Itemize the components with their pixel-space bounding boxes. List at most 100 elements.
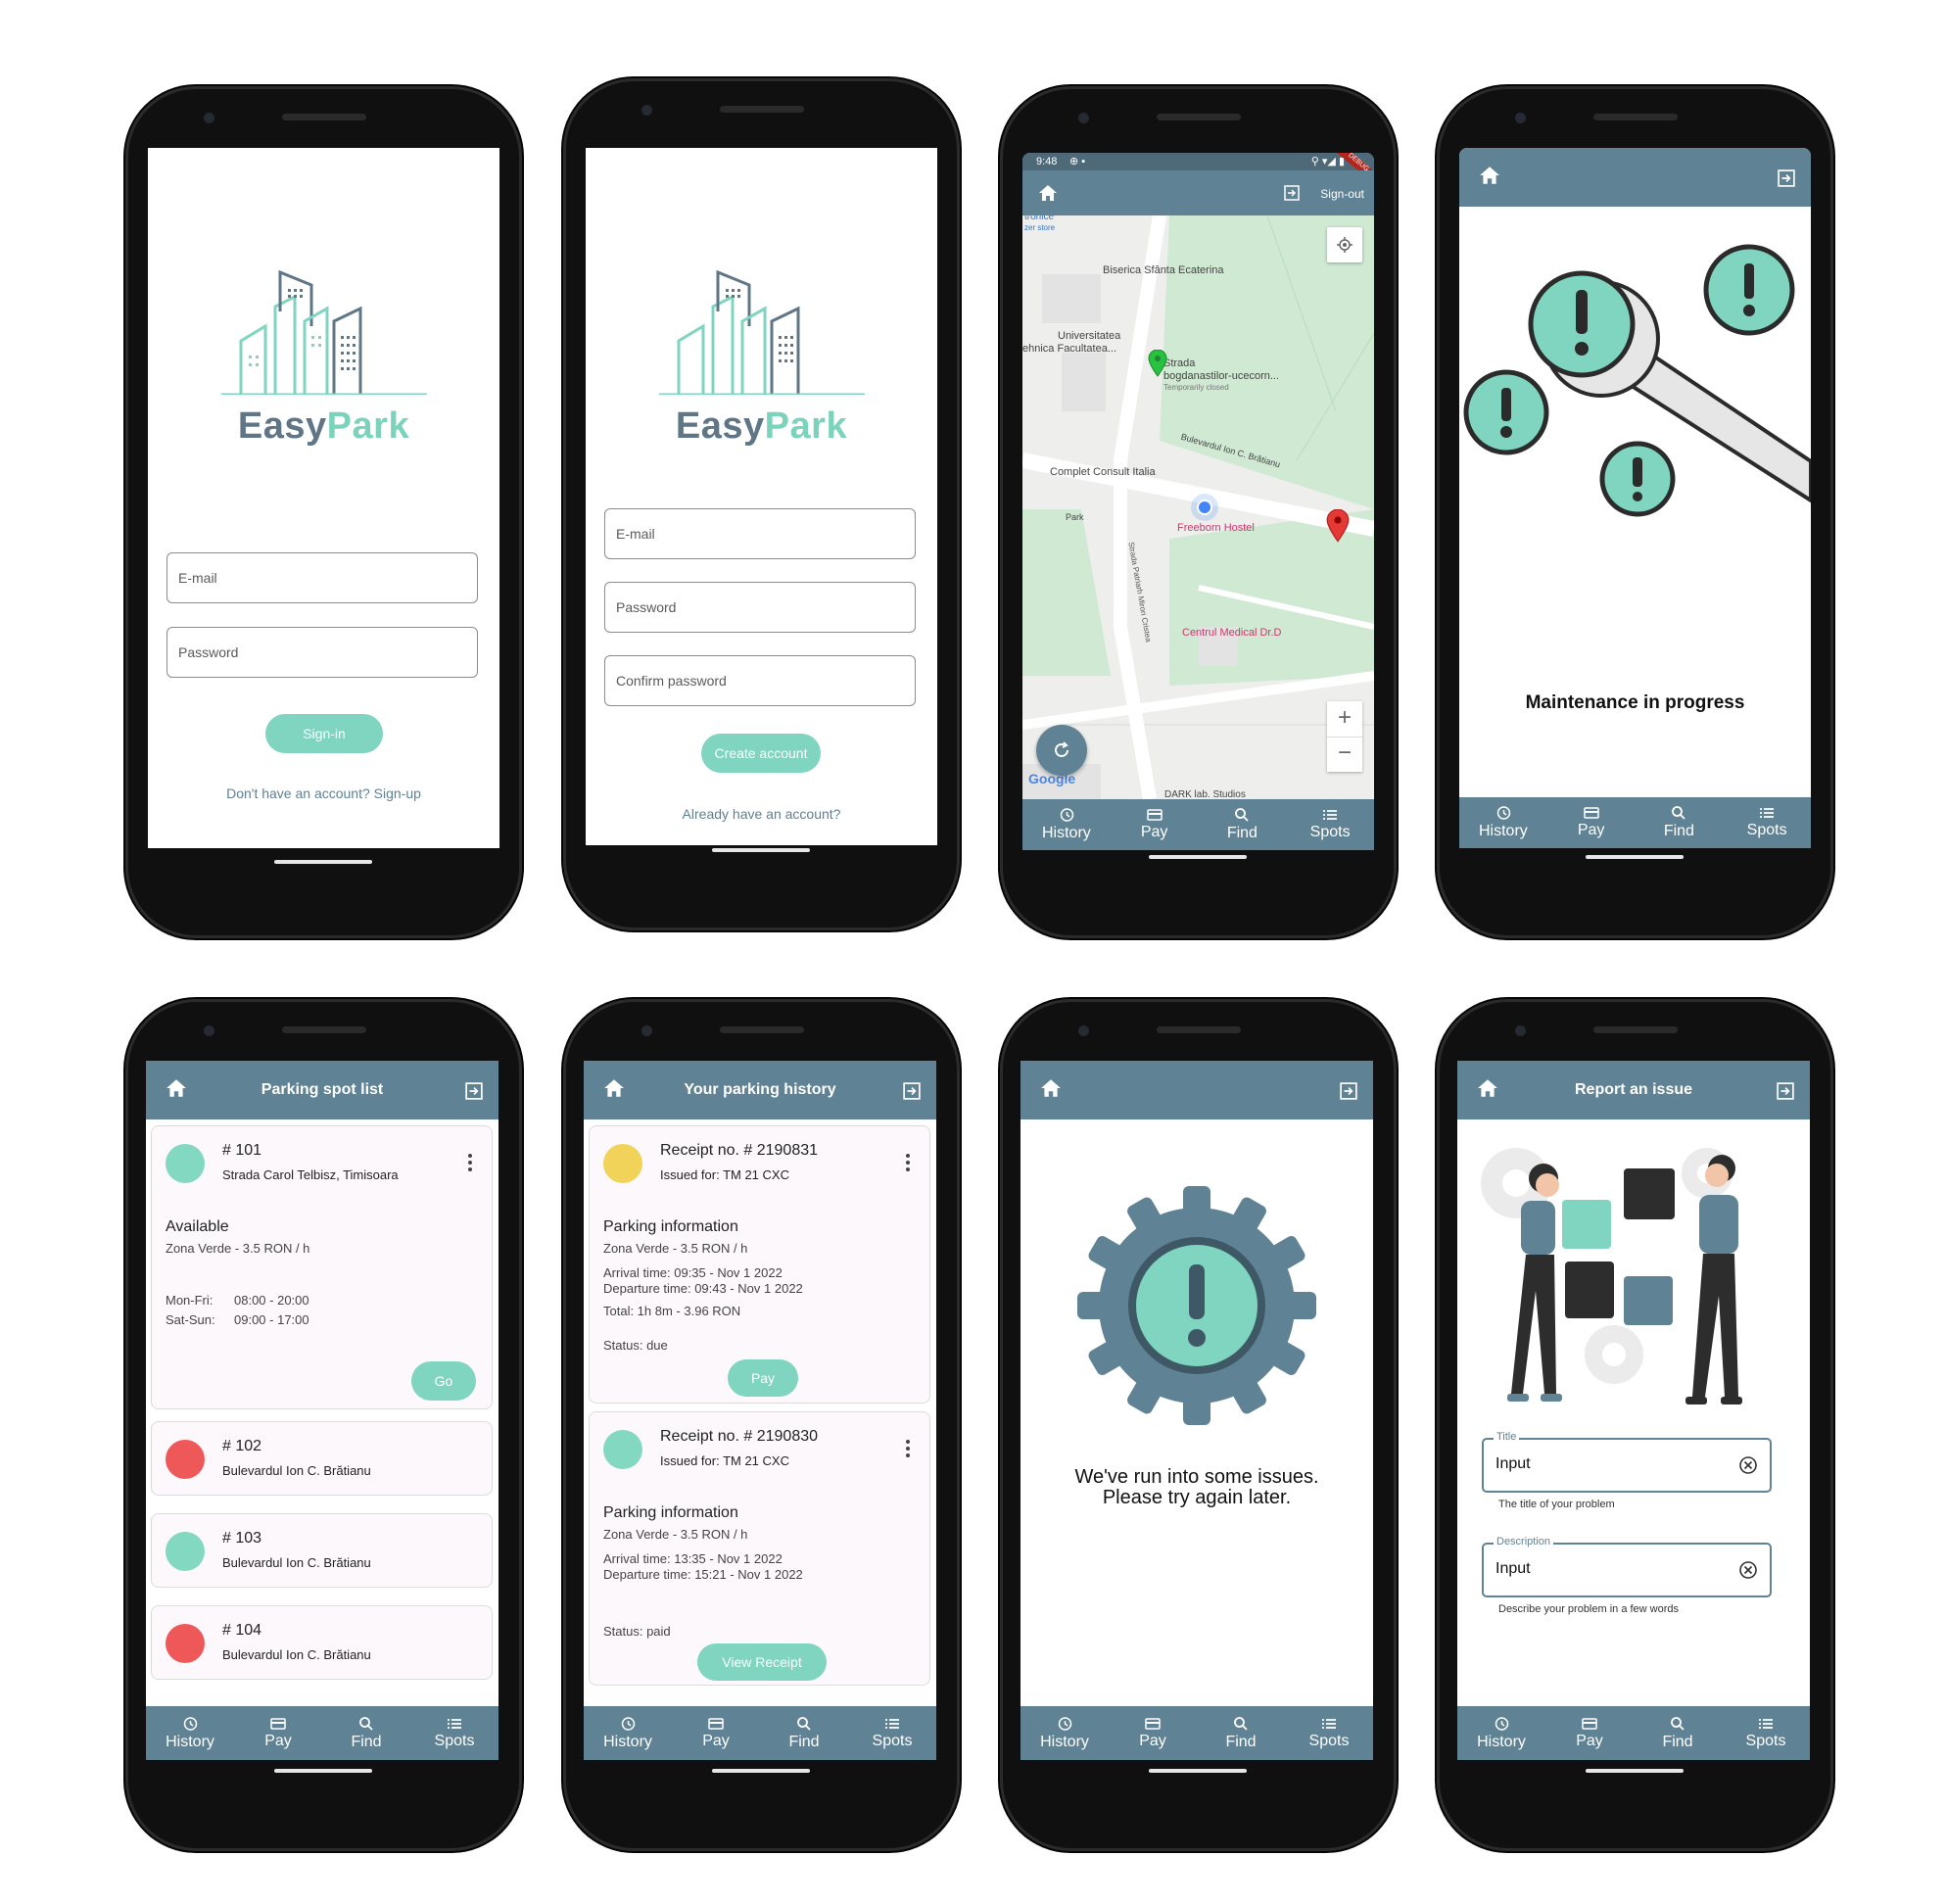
spot-zone: Zona Verde - 3.5 RON / h xyxy=(166,1241,310,1256)
nav-find[interactable]: Find xyxy=(1636,797,1724,848)
home-icon[interactable] xyxy=(1040,1078,1062,1098)
home-indicator xyxy=(712,848,810,852)
nav-history[interactable]: History xyxy=(1020,1706,1109,1760)
phone-signin: EasyPark E-mail Password Sign-in Don't h… xyxy=(125,86,522,938)
go-button[interactable]: Go xyxy=(411,1361,476,1401)
map-view[interactable]: tronice zer store Biserica Sfânta Ecater… xyxy=(1022,215,1374,799)
home-icon[interactable] xyxy=(1038,184,1058,202)
signin-button[interactable]: Sign-in xyxy=(265,714,383,753)
map-label-univ2: ehnica Facultatea... xyxy=(1022,343,1117,355)
history-screen: Your parking history Receipt no. # 21908… xyxy=(584,1061,936,1760)
spot-card-expanded[interactable]: # 101 Strada Carol Telbisz, Timisoara Av… xyxy=(151,1125,493,1409)
receipt-card[interactable]: Receipt no. # 2190831 Issued for: TM 21 … xyxy=(589,1125,930,1404)
view-receipt-button[interactable]: View Receipt xyxy=(697,1643,827,1681)
departure-time: Departure time: 15:21 - Nov 1 2022 xyxy=(603,1567,803,1582)
map-label-univ1: Universitatea xyxy=(1058,330,1121,342)
home-icon[interactable] xyxy=(1479,166,1500,185)
more-options-icon[interactable] xyxy=(468,1154,472,1174)
nav-history[interactable]: History xyxy=(1457,1706,1545,1760)
bottom-nav: History Pay Find Spots xyxy=(146,1706,498,1760)
maintenance-wrench-illustration xyxy=(1463,244,1811,517)
error-screen: We've run into some issues. Please try a… xyxy=(1020,1061,1373,1760)
nav-find[interactable]: Find xyxy=(760,1706,848,1760)
nav-history[interactable]: History xyxy=(1459,797,1547,848)
nav-spots[interactable]: Spots xyxy=(1722,1706,1810,1760)
payment-status: Status: paid xyxy=(603,1624,671,1639)
receipt-card[interactable]: Receipt no. # 2190830 Issued for: TM 21 … xyxy=(589,1411,930,1686)
nav-spots[interactable]: Spots xyxy=(410,1706,498,1760)
nav-history[interactable]: History xyxy=(146,1706,234,1760)
camera xyxy=(641,1025,652,1036)
logout-icon[interactable] xyxy=(465,1082,483,1100)
logout-icon[interactable] xyxy=(1777,1082,1794,1100)
clear-icon[interactable] xyxy=(1738,1560,1758,1580)
nav-pay[interactable]: Pay xyxy=(1547,797,1636,848)
nav-find[interactable]: Find xyxy=(322,1706,410,1760)
refresh-button[interactable] xyxy=(1036,725,1087,776)
email-field[interactable]: E-mail xyxy=(604,508,916,559)
maintenance-screen: Maintenance in progress History Pay Find… xyxy=(1459,148,1811,848)
spot-card[interactable]: # 103 Bulevardul Ion C. Brătianu xyxy=(151,1513,493,1588)
nav-spots[interactable]: Spots xyxy=(848,1706,936,1760)
pay-button[interactable]: Pay xyxy=(728,1359,798,1397)
speaker xyxy=(720,106,804,113)
create-account-button[interactable]: Create account xyxy=(701,734,821,773)
logout-icon[interactable] xyxy=(1340,1082,1357,1100)
user-location-icon xyxy=(1197,500,1212,515)
nav-pay[interactable]: Pay xyxy=(1545,1706,1634,1760)
zoom-out-button[interactable]: − xyxy=(1327,738,1362,772)
nav-find[interactable]: Find xyxy=(1634,1706,1722,1760)
search-icon xyxy=(1235,808,1250,822)
credit-card-icon xyxy=(1582,1717,1597,1730)
nav-spots[interactable]: Spots xyxy=(1723,797,1811,848)
title-input[interactable]: Title Input xyxy=(1482,1431,1772,1493)
nav-find[interactable]: Find xyxy=(1197,1706,1285,1760)
description-input[interactable]: Description Input xyxy=(1482,1536,1772,1597)
report-screen: Report an issue Title Input The title of… xyxy=(1457,1061,1810,1760)
arrival-time: Arrival time: 13:35 - Nov 1 2022 xyxy=(603,1551,783,1566)
spot-status-dot xyxy=(166,1440,205,1479)
history-icon xyxy=(1058,1716,1072,1731)
more-options-icon[interactable] xyxy=(906,1440,910,1460)
nav-spots[interactable]: Spots xyxy=(1286,799,1374,850)
clear-icon[interactable] xyxy=(1738,1455,1758,1475)
nav-history[interactable]: History xyxy=(1022,799,1111,850)
confirm-password-field[interactable]: Confirm password xyxy=(604,655,916,706)
receipt-issued: Issued for: TM 21 CXC xyxy=(660,1453,789,1468)
search-icon xyxy=(1234,1716,1248,1731)
signout-label[interactable]: Sign-out xyxy=(1320,187,1364,201)
nav-history[interactable]: History xyxy=(584,1706,672,1760)
nav-pay[interactable]: Pay xyxy=(1111,799,1199,850)
password-field[interactable]: Password xyxy=(604,582,916,633)
spot-address: Bulevardul Ion C. Brătianu xyxy=(222,1647,371,1662)
phone-spots: Parking spot list # 101 Strada Carol Tel… xyxy=(125,999,522,1851)
zoom-in-button[interactable]: + xyxy=(1327,701,1362,738)
history-icon xyxy=(621,1716,636,1731)
nav-spots[interactable]: Spots xyxy=(1285,1706,1373,1760)
signin-link[interactable]: Already have an account? xyxy=(586,806,937,822)
signout-icon[interactable] xyxy=(1284,185,1300,201)
email-field[interactable]: E-mail xyxy=(166,552,478,603)
nav-pay[interactable]: Pay xyxy=(672,1706,760,1760)
nav-find[interactable]: Find xyxy=(1199,799,1287,850)
logout-icon[interactable] xyxy=(903,1082,921,1100)
more-options-icon[interactable] xyxy=(906,1154,910,1174)
spot-card[interactable]: # 102 Bulevardul Ion C. Brătianu xyxy=(151,1421,493,1496)
bottom-nav: History Pay Find Spots xyxy=(584,1706,936,1760)
password-field[interactable]: Password xyxy=(166,627,478,678)
nav-pay[interactable]: Pay xyxy=(1109,1706,1197,1760)
app-bar xyxy=(1020,1061,1373,1119)
spot-card[interactable]: # 104 Bulevardul Ion C. Brătianu xyxy=(151,1605,493,1680)
red-marker-icon[interactable] xyxy=(1326,509,1350,543)
credit-card-icon xyxy=(1146,809,1163,821)
signup-link[interactable]: Don't have an account? Sign-up xyxy=(148,785,499,801)
logout-icon[interactable] xyxy=(1778,169,1795,187)
my-location-button[interactable] xyxy=(1327,227,1362,262)
bottom-nav: History Pay Find Spots xyxy=(1457,1706,1810,1760)
speaker xyxy=(282,114,366,120)
nav-pay[interactable]: Pay xyxy=(234,1706,322,1760)
receipt-zone: Zona Verde - 3.5 RON / h xyxy=(603,1527,748,1542)
receipt-issued: Issued for: TM 21 CXC xyxy=(660,1167,789,1182)
speaker xyxy=(1593,1026,1678,1033)
green-marker-icon[interactable] xyxy=(1148,350,1167,377)
